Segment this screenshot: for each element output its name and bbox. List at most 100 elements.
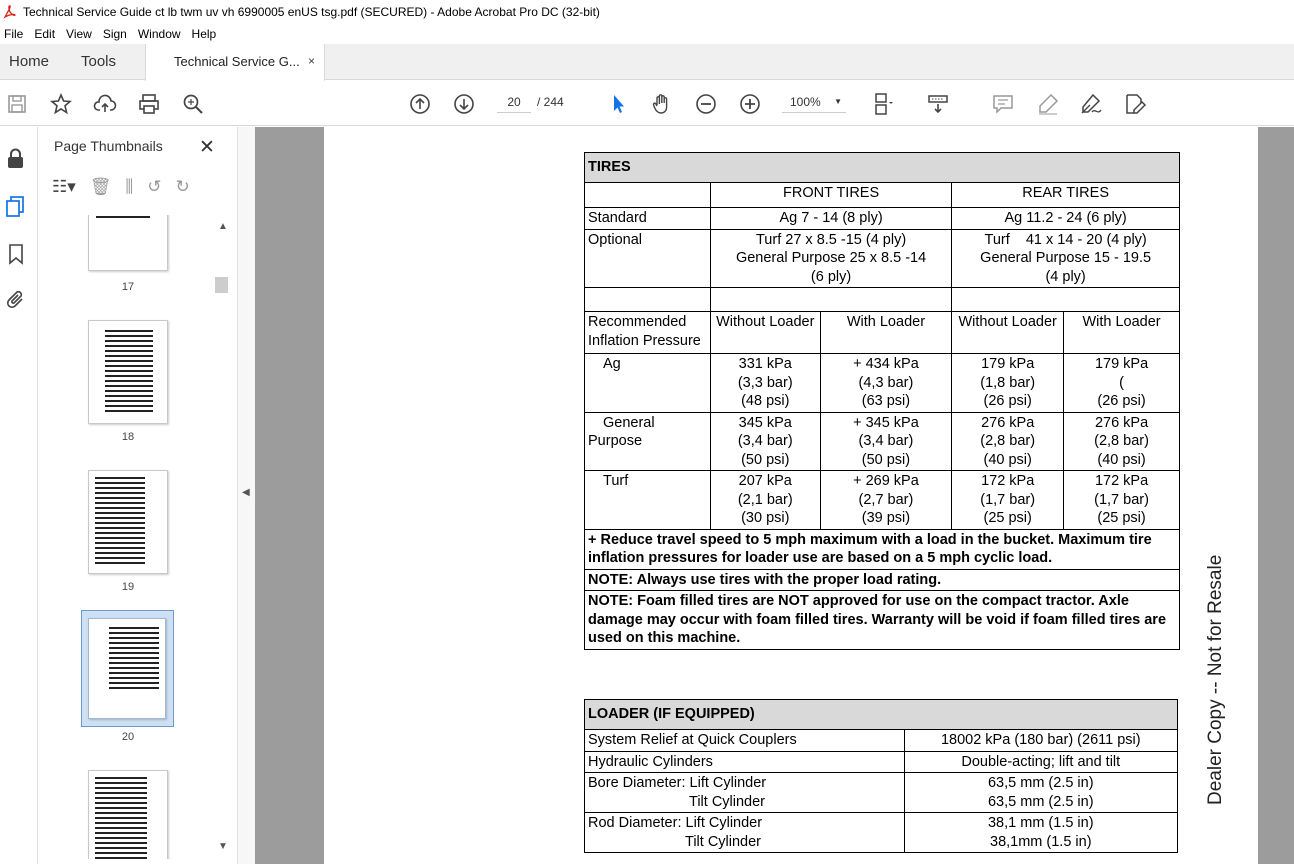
next-page-icon[interactable] [451,91,477,117]
rotate-right-icon[interactable]: ↻ [175,177,189,197]
pressure-psi: (26 psi) [1097,393,1146,409]
tab-home[interactable]: Home [9,53,49,70]
pressure-kpa: 276 kPa [1094,414,1149,431]
scroll-mode-icon[interactable] [925,91,951,117]
foam-tire-note: NOTE: Foam filled tires are NOT approved… [584,590,1180,650]
scroll-down-icon[interactable]: ▼ [218,841,228,852]
upload-cloud-icon[interactable] [92,91,118,117]
highlight-pen-icon[interactable] [1035,91,1061,117]
panel-title: Page Thumbnails [54,138,163,154]
menu-window[interactable]: Window [134,27,188,41]
menu-help[interactable]: Help [188,27,224,41]
thumbnail-list[interactable]: 17 18 19 20 [38,215,216,859]
optional-front: Turf 27 x 8.5 -15 (4 ply) General Purpose… [709,228,953,288]
cylinders-value: Double-acting; lift and tilt [903,750,1179,773]
thumbnail-label-18: 18 [121,431,135,443]
pressure-bar: (3,4 bar) [858,433,914,449]
zoom-level-select[interactable]: 100% ▼ [782,91,846,113]
document-viewer[interactable]: TIRES FRONT TIRES REAR TIRES Standard Ag 7… [255,127,1294,864]
tires-title: TIRES [584,152,1180,183]
page-thumbnail-18[interactable] [88,320,168,424]
toolbar [0,81,1294,126]
options-menu-icon[interactable]: ☷▾ [52,177,76,197]
pressure-bar: (2,8 bar) [1094,433,1149,449]
pressure-psi: (25 psi) [1097,510,1146,526]
close-tab-icon[interactable]: × [308,54,315,68]
print-icon[interactable] [136,91,162,117]
sign-pen-icon[interactable] [1078,91,1104,117]
pressure-kpa: + 345 kPa [853,414,919,431]
viewer-right-margin [1258,127,1294,864]
zoom-in-icon[interactable] [737,91,763,117]
menu-file[interactable]: File [0,27,30,41]
panel-splitter[interactable]: ◀ [237,127,255,864]
pressure-cell: 179 kPa (1,8 bar) (26 psi) [951,353,1065,413]
bookmark-icon[interactable] [4,242,28,266]
pressure-cell: + 434 kPa (4,3 bar) (63 psi) [819,353,953,413]
pressure-psi: (63 psi) [861,393,911,409]
zoom-out-icon[interactable] [693,91,719,117]
close-panel-icon[interactable]: ✕ [199,136,215,159]
rotate-left-icon[interactable]: ↺ [147,177,161,197]
menu-edit[interactable]: Edit [30,27,62,41]
pressure-kpa: 207 kPa [738,473,792,489]
thumbnail-toolbar: ☷▾ 🗑 ⫼ ↺ ↻ [52,177,190,197]
standard-rear: Ag 11.2 - 24 (6 ply) [951,207,1180,230]
zoom-level-value: 100% [790,95,821,109]
page-thumbnail-20[interactable] [88,618,166,719]
pressure-kpa: + 269 kPa [853,473,919,489]
save-icon[interactable] [4,91,30,117]
pressure-bar: (3,4 bar) [737,433,793,449]
collapse-panel-icon[interactable]: ◀ [242,487,250,498]
pressure-bar: (2,7 bar) [858,491,914,508]
pressure-psi: (25 psi) [983,510,1032,526]
pressure-kpa: 345 kPa [738,414,792,431]
page-thumbnail-17[interactable] [88,215,168,271]
hand-tool-icon[interactable] [649,91,675,117]
bookmark-star-icon[interactable] [48,91,74,117]
pressure-psi: (50 psi) [741,451,790,468]
front-tires-header: FRONT TIRES [709,182,953,208]
menu-sign[interactable]: Sign [99,27,134,41]
pressure-kpa: 179 kPa [981,356,1035,372]
thumbnail-label-17: 17 [121,281,135,293]
pressure-bar: (2,1 bar) [737,491,793,508]
comment-icon[interactable] [990,91,1016,117]
optional-front-line: General Purpose 25 x 8.5 -14 [735,250,927,266]
search-icon[interactable] [180,91,206,117]
scroll-up-icon[interactable]: ▲ [218,221,228,232]
page-fit-icon[interactable] [870,91,896,117]
pressure-psi: (26 psi) [983,393,1032,409]
pressure-bar: (1,7 bar) [980,491,1036,508]
rear-without-loader-header: Without Loader [951,311,1065,354]
pressure-bar: (4,3 bar) [858,374,914,391]
select-cursor-icon[interactable] [605,91,631,117]
tab-tools[interactable]: Tools [81,53,116,70]
bore-value: 63,5 mm (2.5 in) 63,5 mm (2.5 in) [903,772,1179,813]
pressure-cell: 345 kPa (3,4 bar) (50 psi) [709,411,821,471]
pressure-kpa: 179 kPa [1094,356,1149,372]
front-without-loader-header: Without Loader [709,311,821,354]
page-number-input[interactable]: 20 [497,91,531,113]
edit-fill-icon[interactable] [1122,91,1148,117]
attachment-icon[interactable] [4,288,28,312]
delete-page-icon[interactable]: 🗑 [90,177,112,197]
front-with-loader-header: With Loader [819,311,953,354]
rod-value-line: 38,1mm (1.5 in) [990,833,1092,850]
optional-rear: Turf 41 x 14 - 20 (4 ply) General Purpose… [951,228,1180,288]
pressure-cell: + 345 kPa (3,4 bar) (50 psi) [819,411,953,471]
bore-value-line: 63,5 mm (2.5 in) [987,793,1094,810]
pressure-psi: (40 psi) [1097,451,1146,468]
page-thumbnails-icon[interactable] [4,194,28,218]
extract-page-icon[interactable]: ⫼ [125,177,133,197]
tab-document[interactable]: Technical Service G... × [145,44,325,81]
menu-view[interactable]: View [62,27,99,41]
page-thumbnail-19[interactable] [88,470,168,574]
inflation-label-line: Inflation Pressure [588,332,701,349]
previous-page-icon[interactable] [407,91,433,117]
page-thumbnail-21[interactable] [88,770,168,859]
pressure-cell: 179 kPa ((26 psi) [1063,353,1180,413]
thumbnail-scrollbar-thumb[interactable] [215,277,228,293]
lock-icon[interactable] [4,147,28,171]
pressure-kpa: 172 kPa [1094,473,1149,489]
